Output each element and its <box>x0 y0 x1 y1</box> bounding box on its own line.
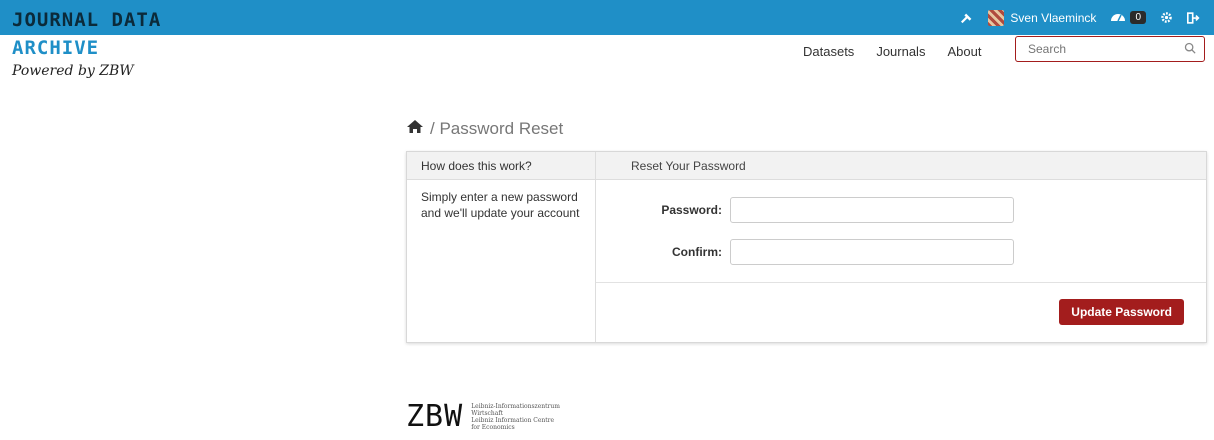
user-menu[interactable]: Sven Vlaeminck <box>988 9 1096 26</box>
username[interactable]: Sven Vlaeminck <box>1010 11 1096 25</box>
zbw-line1: Leibniz-Informationszentrum <box>471 403 560 410</box>
form-divider <box>596 282 1206 283</box>
confirm-field[interactable] <box>730 239 1014 265</box>
zbw-line3: Leibniz Information Centre <box>471 417 555 424</box>
search-box <box>1015 36 1205 62</box>
notification-badge: 0 <box>1130 11 1146 24</box>
password-label: Password: <box>661 203 722 217</box>
confirm-label: Confirm: <box>672 245 722 259</box>
search-icon[interactable] <box>1184 42 1196 57</box>
zbw-text: Leibniz-Informationszentrum Wirtschaft L… <box>471 403 560 431</box>
info-panel: How does this work? Simply enter a new p… <box>407 152 596 342</box>
dashboard-icon <box>1110 10 1126 25</box>
info-header: How does this work? <box>407 152 595 180</box>
home-icon[interactable] <box>406 118 424 139</box>
dashboard-link[interactable]: 0 <box>1110 10 1146 25</box>
breadcrumb-sep: / <box>430 118 440 138</box>
nav-about[interactable]: About <box>947 44 981 59</box>
zbw-line4: for Economics <box>471 424 515 431</box>
nav-journals[interactable]: Journals <box>876 44 925 59</box>
main-nav: Datasets Journals About <box>803 44 1003 59</box>
zbw-line2: Wirtschaft <box>471 410 503 417</box>
password-row: Password: <box>596 197 1014 223</box>
confirm-row: Confirm: <box>596 239 1014 265</box>
user-bar: Sven Vlaeminck 0 <box>960 0 1214 35</box>
reset-card: How does this work? Simply enter a new p… <box>406 151 1207 343</box>
breadcrumb-current: Password Reset <box>439 118 564 138</box>
hammer-icon[interactable] <box>960 11 974 25</box>
nav-datasets[interactable]: Datasets <box>803 44 854 59</box>
zbw-mark: ZBW <box>406 399 464 434</box>
update-password-button[interactable]: Update Password <box>1059 299 1184 325</box>
info-text: Simply enter a new password and we'll up… <box>421 190 580 220</box>
form-header: Reset Your Password <box>596 152 1206 180</box>
search-input[interactable] <box>1026 41 1180 57</box>
logout-icon[interactable] <box>1187 11 1200 24</box>
logo-line1[interactable]: JOURNAL DATA <box>12 9 161 31</box>
powered-by: Powered by ZBW <box>12 63 134 79</box>
avatar[interactable] <box>988 9 1005 26</box>
password-field[interactable] <box>730 197 1014 223</box>
zbw-footer-logo: ZBW Leibniz-Informationszentrum Wirtscha… <box>406 402 560 432</box>
breadcrumb: / Password Reset <box>406 118 563 139</box>
gear-icon[interactable] <box>1160 11 1173 24</box>
logo-line2[interactable]: ARCHIVE <box>12 37 99 59</box>
